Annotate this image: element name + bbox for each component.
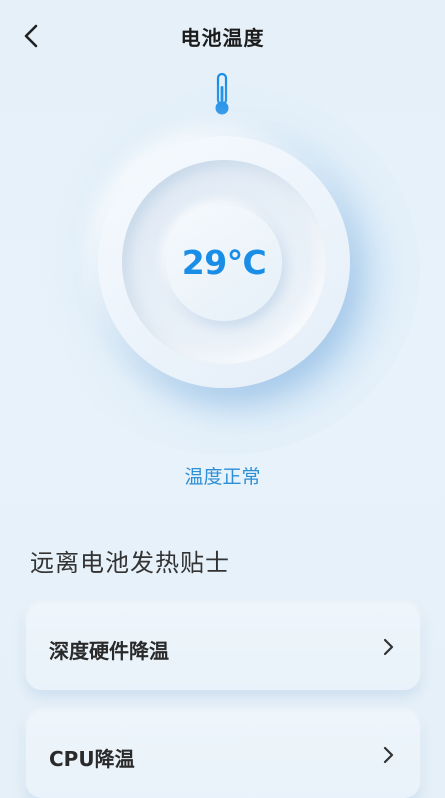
chevron-right-icon — [383, 746, 394, 764]
page-title: 电池温度 — [180, 26, 265, 50]
tip-card-cpu-cooling[interactable]: CPU降温 — [26, 712, 420, 798]
header: 电池温度 — [0, 0, 445, 70]
tip-card-label: 深度硬件降温 — [49, 639, 169, 663]
tip-card-label: CPU降温 — [49, 747, 135, 771]
chevron-right-icon — [383, 638, 394, 656]
temperature-value: 29℃ — [181, 243, 267, 282]
tip-card-hardware-cooling[interactable]: 深度硬件降温 — [26, 604, 420, 690]
temperature-status: 温度正常 — [184, 466, 261, 488]
tips-section-title: 远离电池发热贴士 — [30, 549, 230, 577]
